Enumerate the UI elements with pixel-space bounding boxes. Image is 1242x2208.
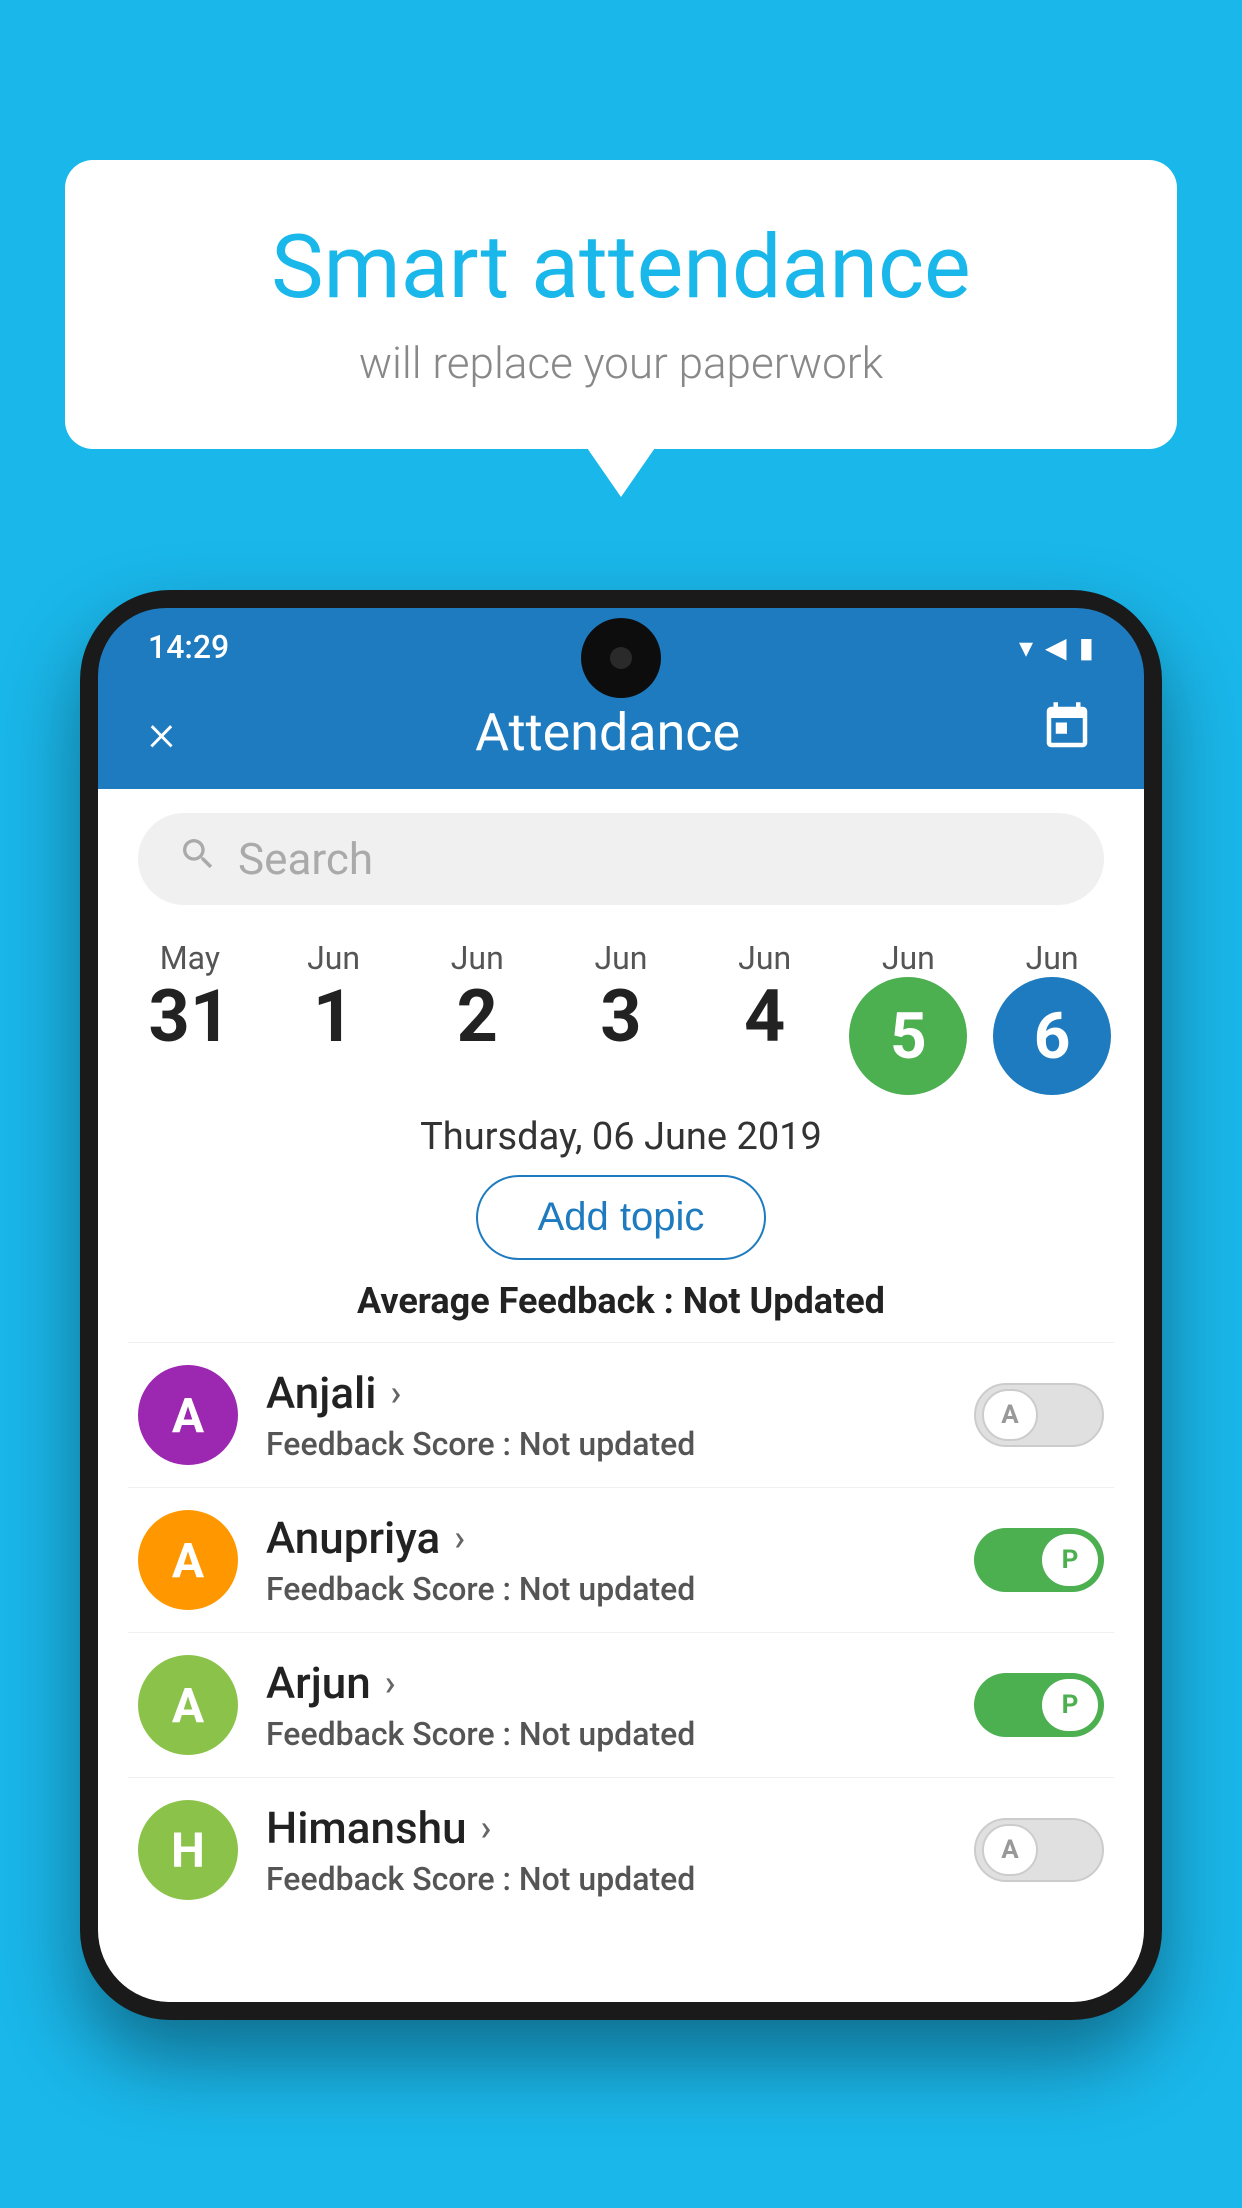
feedback-label: Feedback Score :: [266, 1570, 519, 1608]
cal-month: Jun: [882, 939, 935, 977]
bottom-fade: [98, 1922, 1144, 2002]
selected-date-label: Thursday, 06 June 2019: [98, 1095, 1144, 1175]
student-info: Anjali › Feedback Score : Not updated: [266, 1367, 974, 1463]
status-icons: ▾ ◀ ▮: [1019, 631, 1094, 664]
cal-month: May: [160, 939, 220, 977]
phone: 14:29 ▾ ◀ ▮ × Attendance: [80, 590, 1162, 2020]
calendar-day[interactable]: May31: [125, 939, 255, 1095]
avatar: A: [138, 1510, 238, 1610]
toggle-container[interactable]: A: [974, 1383, 1104, 1447]
student-item[interactable]: A Anupriya › Feedback Score : Not updated P: [128, 1487, 1114, 1632]
student-list: AAnjali›Feedback Score : Not updatedAAAn…: [98, 1342, 1144, 1922]
attendance-toggle[interactable]: P: [974, 1528, 1104, 1592]
signal-icon: ◀: [1045, 631, 1067, 664]
cal-date-selected: 6: [993, 977, 1111, 1095]
student-name: Anjali ›: [266, 1367, 974, 1419]
cal-date: 3: [600, 977, 641, 1056]
student-name: Himanshu ›: [266, 1802, 974, 1854]
search-placeholder: Search: [238, 833, 373, 885]
feedback-value: Not updated: [519, 1570, 695, 1608]
feedback-value: Not updated: [519, 1715, 695, 1753]
status-bar: 14:29 ▾ ◀ ▮: [98, 608, 1144, 676]
close-button[interactable]: ×: [148, 702, 175, 763]
cal-month: Jun: [738, 939, 791, 977]
feedback-value: Not updated: [519, 1860, 695, 1898]
student-name-text: Anjali: [266, 1367, 376, 1419]
calendar-strip: May31Jun1Jun2Jun3Jun4Jun5Jun6: [98, 929, 1144, 1095]
feedback-score: Feedback Score : Not updated: [266, 1715, 974, 1753]
student-name: Arjun ›: [266, 1657, 974, 1709]
search-icon: [178, 833, 218, 885]
avatar: H: [138, 1800, 238, 1900]
calendar-icon[interactable]: [1040, 700, 1094, 765]
cal-date-selected: 5: [849, 977, 967, 1095]
notch-camera: [610, 647, 632, 669]
feedback-score: Feedback Score : Not updated: [266, 1860, 974, 1898]
attendance-toggle[interactable]: A: [974, 1383, 1104, 1447]
toggle-knob: P: [1042, 1679, 1098, 1731]
avg-feedback-value: Not Updated: [683, 1280, 885, 1322]
bubble-title: Smart attendance: [145, 220, 1097, 317]
toggle-knob: A: [982, 1389, 1038, 1441]
avg-feedback-label: Average Feedback :: [357, 1280, 683, 1322]
chevron-right-icon: ›: [454, 1517, 465, 1559]
speech-bubble: Smart attendance will replace your paper…: [65, 160, 1177, 449]
toggle-container[interactable]: A: [974, 1818, 1104, 1882]
student-item[interactable]: A Arjun › Feedback Score : Not updated P: [128, 1632, 1114, 1777]
student-name-text: Himanshu: [266, 1802, 467, 1854]
bubble-subtitle: will replace your paperwork: [145, 337, 1097, 389]
student-item[interactable]: AAnjali›Feedback Score : Not updatedA: [128, 1342, 1114, 1487]
average-feedback: Average Feedback : Not Updated: [98, 1280, 1144, 1342]
speech-bubble-container: Smart attendance will replace your paper…: [65, 160, 1177, 449]
cal-date: 2: [457, 977, 498, 1056]
feedback-label: Feedback Score :: [266, 1425, 519, 1463]
calendar-day[interactable]: Jun6: [987, 939, 1117, 1095]
avatar: A: [138, 1365, 238, 1465]
wifi-icon: ▾: [1019, 631, 1033, 664]
cal-month: Jun: [594, 939, 647, 977]
feedback-label: Feedback Score :: [266, 1715, 519, 1753]
toggle-container[interactable]: P: [974, 1528, 1104, 1592]
phone-notch: [581, 618, 661, 698]
cal-date: 1: [313, 977, 354, 1056]
phone-container: 14:29 ▾ ◀ ▮ × Attendance: [80, 590, 1162, 2208]
calendar-day[interactable]: Jun4: [700, 939, 830, 1095]
cal-date: 4: [744, 977, 785, 1056]
feedback-value: Not updated: [519, 1425, 695, 1463]
cal-month: Jun: [451, 939, 504, 977]
chevron-right-icon: ›: [385, 1662, 396, 1704]
student-info: Himanshu › Feedback Score : Not updated: [266, 1802, 974, 1898]
app-screen: × Attendance Search: [98, 676, 1144, 2002]
student-name-text: Anupriya: [266, 1512, 440, 1564]
chevron-right-icon: ›: [390, 1372, 401, 1414]
calendar-day[interactable]: Jun2: [412, 939, 542, 1095]
feedback-score: Feedback Score : Not updated: [266, 1570, 974, 1608]
student-info: Arjun › Feedback Score : Not updated: [266, 1657, 974, 1753]
calendar-day[interactable]: Jun5: [843, 939, 973, 1095]
attendance-toggle[interactable]: A: [974, 1818, 1104, 1882]
calendar-day[interactable]: Jun3: [556, 939, 686, 1095]
chevron-right-icon: ›: [481, 1807, 492, 1849]
feedback-label: Feedback Score :: [266, 1860, 519, 1898]
attendance-toggle[interactable]: P: [974, 1673, 1104, 1737]
cal-month: Jun: [307, 939, 360, 977]
student-info: Anupriya › Feedback Score : Not updated: [266, 1512, 974, 1608]
cal-date: 31: [149, 977, 232, 1056]
avatar: A: [138, 1655, 238, 1755]
toggle-knob: A: [982, 1824, 1038, 1876]
toggle-knob: P: [1042, 1534, 1098, 1586]
student-name: Anupriya ›: [266, 1512, 974, 1564]
student-item[interactable]: HHimanshu›Feedback Score : Not updatedA: [128, 1777, 1114, 1922]
search-bar[interactable]: Search: [138, 813, 1104, 905]
calendar-day[interactable]: Jun1: [269, 939, 399, 1095]
student-name-text: Arjun: [266, 1657, 371, 1709]
feedback-score: Feedback Score : Not updated: [266, 1425, 974, 1463]
add-topic-button[interactable]: Add topic: [476, 1175, 767, 1260]
app-title: Attendance: [475, 702, 740, 763]
status-time: 14:29: [148, 628, 229, 666]
battery-icon: ▮: [1079, 631, 1094, 664]
cal-month: Jun: [1026, 939, 1079, 977]
toggle-container[interactable]: P: [974, 1673, 1104, 1737]
